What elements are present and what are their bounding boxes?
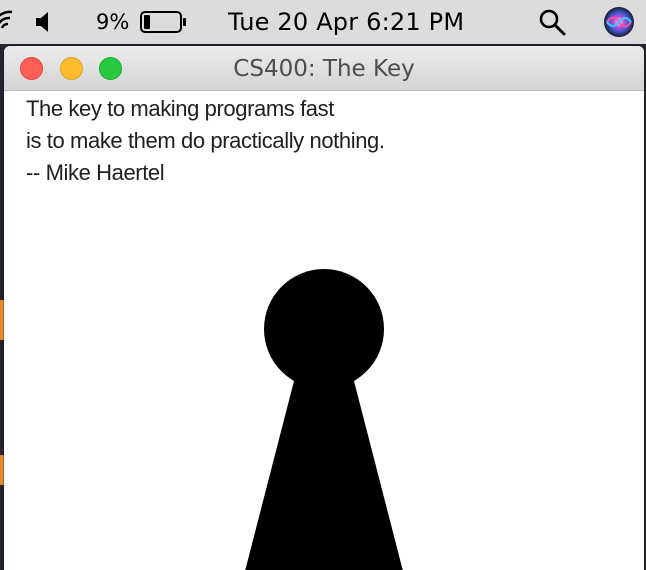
speaker-icon[interactable] xyxy=(34,0,54,44)
search-icon[interactable] xyxy=(538,0,566,44)
menubar-clock[interactable]: Tue 20 Apr 6:21 PM xyxy=(228,0,464,44)
window-title: CS400: The Key xyxy=(233,56,415,82)
siri-icon[interactable] xyxy=(602,0,636,44)
menu-bar: 9% Tue 20 Apr 6:21 PM xyxy=(0,0,646,44)
battery-icon[interactable] xyxy=(140,0,188,44)
wifi-icon[interactable] xyxy=(0,0,20,44)
window-content: The key to making programs fast is to ma… xyxy=(4,91,644,570)
keyhole-graphic xyxy=(245,269,403,570)
keyhole-circle xyxy=(264,269,384,389)
keyhole-base xyxy=(245,381,403,570)
battery-percent[interactable]: 9% xyxy=(96,0,129,44)
window-titlebar[interactable]: CS400: The Key xyxy=(4,46,644,91)
desktop: 9% Tue 20 Apr 6:21 PM CS400: The Key The… xyxy=(0,0,646,570)
app-window[interactable]: CS400: The Key The key to making program… xyxy=(4,46,644,570)
